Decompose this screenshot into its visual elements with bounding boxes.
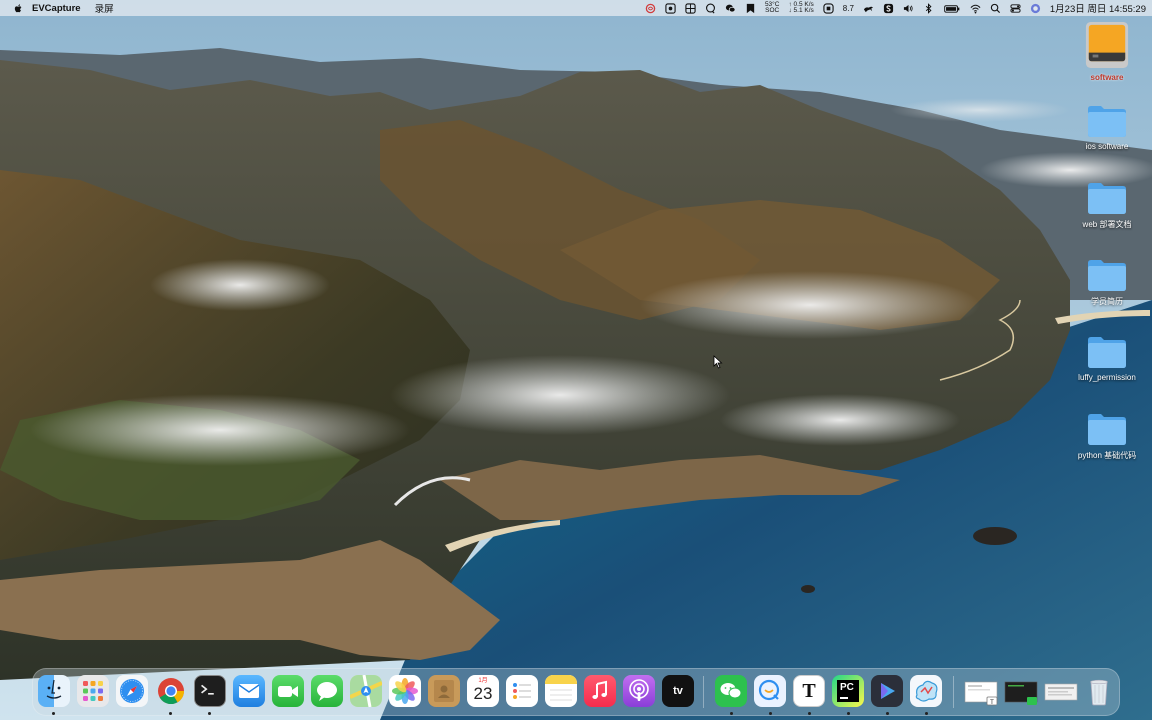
contacts-icon[interactable] (428, 675, 460, 707)
stop-record-icon[interactable] (823, 2, 834, 14)
downloads-stack-icon[interactable] (1043, 675, 1079, 707)
app-menu-evcapture[interactable]: EVCapture (32, 3, 81, 14)
desktop-icon-label: web 部署文档 (1082, 220, 1132, 229)
desktop-icon-resumes[interactable]: 学员简历 (1065, 257, 1149, 307)
running-indicator (808, 712, 811, 715)
finder-icon[interactable] (38, 675, 70, 707)
safari-icon[interactable] (116, 675, 148, 707)
dock-separator (703, 676, 704, 708)
notes-icon[interactable] (545, 675, 577, 707)
dock-separator (953, 676, 954, 708)
facetime-icon[interactable] (272, 675, 304, 707)
music-icon[interactable] (584, 675, 616, 707)
pycharm-letters: PC (840, 682, 854, 693)
pycharm-icon[interactable]: PC (832, 675, 864, 707)
recent-screenshot-thumbnail[interactable] (1003, 675, 1039, 707)
desktop-wallpaper (0, 0, 1152, 720)
menu-bar: EVCapture 录屏 53°C SOC ↑ 0.5 K/s ↓ 5.1 K/s … (0, 0, 1152, 16)
running-indicator (169, 712, 172, 715)
desktop-icon-software[interactable]: software (1065, 20, 1149, 82)
speed-readout: 8.7 (842, 3, 854, 13)
typora-icon[interactable]: T (793, 675, 825, 707)
cpu-temperature[interactable]: 53°C SOC (765, 1, 780, 15)
desktop-icon-ios-software[interactable]: ios software (1065, 103, 1149, 151)
bookmark-icon[interactable] (745, 3, 756, 14)
external-drive-icon (1085, 22, 1129, 68)
maps-icon[interactable] (350, 675, 382, 707)
desktop-icon-label: python 基础代码 (1077, 451, 1137, 460)
bluetooth-icon[interactable] (923, 2, 934, 14)
mouse-cursor-icon (713, 355, 723, 369)
wechat-status-icon[interactable] (725, 3, 736, 14)
spotlight-search-icon[interactable] (990, 3, 1001, 14)
svg-text:T: T (990, 700, 994, 706)
wechat-icon[interactable] (715, 675, 747, 707)
running-indicator (886, 712, 889, 715)
grid-app-icon[interactable] (685, 2, 696, 14)
desktop-icon-luffy-permission[interactable]: luffy_permission (1065, 334, 1149, 382)
desktop-icon-label: software (1090, 73, 1124, 82)
running-indicator (208, 712, 211, 715)
running-indicator (769, 712, 772, 715)
evcapture-icon[interactable] (910, 675, 942, 707)
folder-icon (1088, 337, 1126, 368)
typora-letter: T (802, 679, 816, 702)
calendar-day: 23 (473, 684, 493, 703)
runcat-icon[interactable] (863, 3, 874, 14)
terminal-icon[interactable] (194, 675, 226, 707)
folder-icon (1088, 183, 1126, 214)
apple-menu-icon[interactable] (12, 2, 24, 14)
recent-document-thumbnail[interactable]: T (963, 675, 999, 707)
control-center-icon[interactable] (1010, 3, 1021, 14)
apple-tv-label: tv (673, 685, 683, 697)
desktop-icon-python-code[interactable]: python 基础代码 (1065, 411, 1149, 461)
menu-record[interactable]: 录屏 (95, 1, 114, 15)
photos-icon[interactable] (389, 675, 421, 707)
folder-icon (1088, 106, 1126, 137)
chat-bubble-icon[interactable] (705, 3, 716, 14)
siri-icon[interactable] (1030, 3, 1041, 14)
folder-icon (1088, 260, 1126, 291)
menubar-clock[interactable]: 1月23日 周日 14:55:29 (1050, 1, 1146, 15)
chrome-icon[interactable] (155, 675, 187, 707)
running-indicator (52, 712, 55, 715)
apple-tv-icon[interactable]: tv (662, 675, 694, 707)
evcapture-status-icon[interactable] (645, 3, 656, 14)
s-app-icon[interactable] (883, 3, 894, 14)
desktop-icon-label: luffy_permission (1078, 373, 1136, 382)
desktop-icon-label: ios software (1085, 142, 1129, 151)
volume-icon[interactable] (903, 3, 914, 14)
calendar-icon[interactable]: 1月 23 (467, 675, 499, 707)
screen-record-status-icon[interactable] (665, 2, 676, 14)
folder-icon (1088, 414, 1126, 445)
running-indicator (925, 712, 928, 715)
running-indicator (730, 712, 733, 715)
launchpad-icon[interactable] (77, 675, 109, 707)
network-speed[interactable]: ↑ 0.5 K/s ↓ 5.1 K/s (788, 1, 813, 15)
wifi-icon[interactable] (970, 3, 981, 14)
mail-icon[interactable] (233, 675, 265, 707)
desktop-icon-web-docs[interactable]: web 部署文档 (1065, 180, 1149, 230)
battery-icon[interactable] (943, 3, 961, 14)
messages-icon[interactable] (311, 675, 343, 707)
running-indicator (847, 712, 850, 715)
desktop-icon-label: 学员简历 (1091, 297, 1123, 306)
qq-icon[interactable] (754, 675, 786, 707)
podcasts-icon[interactable] (623, 675, 655, 707)
trash-icon[interactable] (1083, 675, 1115, 707)
reminders-icon[interactable] (506, 675, 538, 707)
screen-recorder-icon[interactable] (871, 675, 903, 707)
